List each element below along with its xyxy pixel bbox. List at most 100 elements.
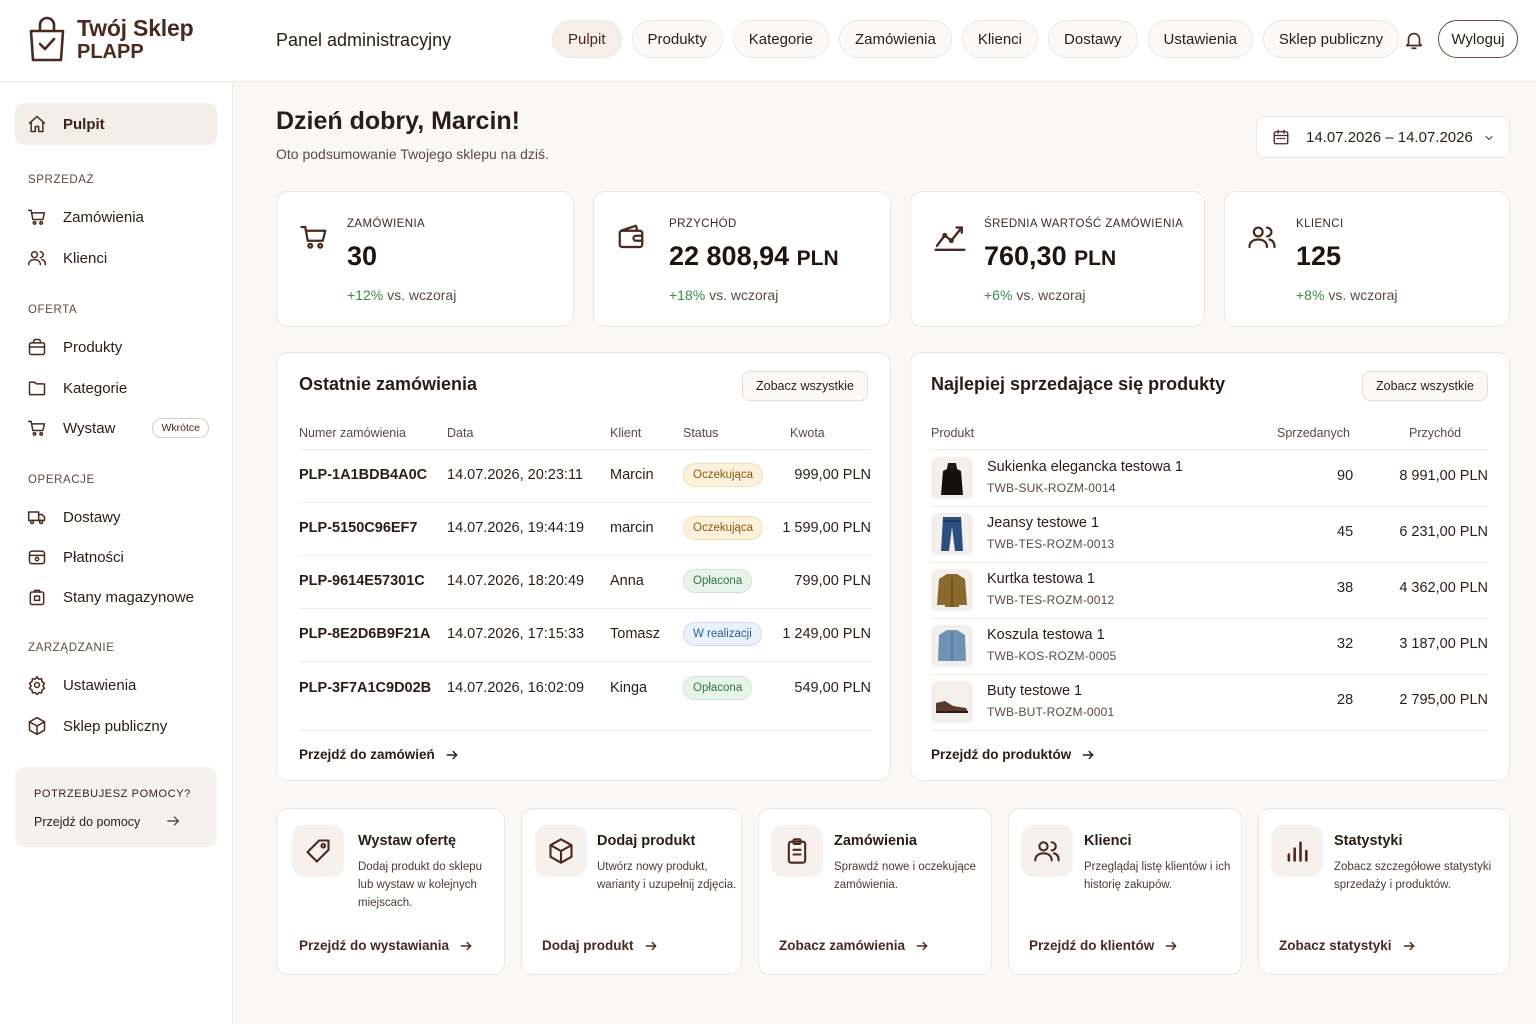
sidebar-item-ustawienia[interactable]: Ustawienia — [15, 664, 217, 706]
order-client: Tomasz — [610, 626, 660, 642]
quick-action-desc: Utwórz nowy produkt, warianty i uzupełni… — [597, 861, 737, 891]
nav-zamowienia[interactable]: Zamówienia — [838, 20, 952, 58]
stat-change: +6% vs. wczoraj — [984, 287, 1086, 303]
product-name[interactable]: Jeansy testowe 1 — [987, 515, 1099, 531]
sidebar-item-kategorie[interactable]: Kategorie — [15, 367, 217, 409]
column-header[interactable]: Klient — [610, 426, 641, 440]
calendar-icon — [1272, 128, 1290, 146]
arrow-right-icon[interactable] — [165, 813, 181, 829]
product-name[interactable]: Koszula testowa 1 — [987, 627, 1105, 643]
cart-icon — [299, 222, 329, 252]
order-id[interactable]: PLP-8E2D6B9F21A — [299, 626, 430, 642]
product-name[interactable]: Sukienka elegancka testowa 1 — [987, 459, 1183, 475]
list-item[interactable]: Buty testowe 1 TWB-BUT-ROZM-0001 28 2 79… — [931, 675, 1488, 731]
quick-action-card[interactable]: Klienci Przeglądaj listę klientów i ich … — [1008, 808, 1242, 975]
quick-action-link[interactable]: Zobacz zamówienia — [779, 938, 929, 953]
nav-ustawienia[interactable]: Ustawienia — [1147, 20, 1253, 58]
help-link[interactable]: Przejdź do pomocy — [34, 815, 140, 829]
nav-kategorie[interactable]: Kategorie — [732, 20, 829, 58]
sidebar: Pulpit SPRZEDAŻ Zamówienia Klienci OFERT… — [0, 82, 233, 1024]
sidebar-item-label: Wystaw — [63, 419, 116, 437]
date-range-picker[interactable]: 14.07.2026 – 14.07.2026 — [1256, 116, 1510, 158]
sidebar-item-dostawy[interactable]: Dostawy — [15, 496, 217, 538]
go-to-products-link[interactable]: Przejdź do produktów — [931, 747, 1095, 762]
list-item[interactable]: Jeansy testowe 1 TWB-TES-ROZM-0013 45 6 … — [931, 507, 1488, 563]
quick-action-link[interactable]: Zobacz statystyki — [1279, 938, 1416, 953]
sidebar-item-stany-magazynowe[interactable]: Stany magazynowe — [15, 576, 217, 618]
arrow-right-icon — [1392, 939, 1416, 953]
cube-icon — [27, 716, 49, 736]
nav-klienci[interactable]: Klienci — [961, 20, 1039, 58]
table-row[interactable]: PLP-9614E57301C 14.07.2026, 18:20:49 Ann… — [299, 556, 871, 609]
sidebar-item-label: Zamówienia — [63, 208, 144, 226]
table-row[interactable]: PLP-8E2D6B9F21A 14.07.2026, 17:15:33 Tom… — [299, 609, 871, 662]
list-item[interactable]: Sukienka elegancka testowa 1 TWB-SUK-ROZ… — [931, 451, 1488, 507]
sidebar-item-platnosci[interactable]: Płatności — [15, 536, 217, 578]
table-row[interactable]: PLP-1A1BDB4A0C 14.07.2026, 20:23:11 Marc… — [299, 450, 871, 503]
product-name[interactable]: Kurtka testowa 1 — [987, 571, 1095, 587]
sidebar-item-wystaw[interactable]: Wystaw Wkrótce — [15, 407, 217, 449]
sidebar-item-zamowienia[interactable]: Zamówienia — [15, 196, 217, 238]
bag-icon — [27, 337, 49, 357]
stat-label: ŚREDNIA WARTOŚĆ ZAMÓWIENIA — [984, 218, 1184, 230]
help-title: POTRZEBUJESZ POMOCY? — [34, 788, 191, 800]
tag-icon — [292, 825, 344, 877]
clipboard-icon — [771, 825, 823, 877]
shoe-icon — [931, 681, 973, 723]
quick-action-card[interactable]: Dodaj produkt Utwórz nowy produkt, waria… — [521, 808, 742, 975]
sidebar-item-pulpit[interactable]: Pulpit — [15, 103, 217, 145]
product-sku: TWB-KOS-ROZM-0005 — [987, 649, 1117, 663]
nav-dostawy[interactable]: Dostawy — [1048, 20, 1138, 58]
column-header[interactable]: Data — [447, 426, 473, 440]
sidebar-item-sklep-publiczny[interactable]: Sklep publiczny — [15, 705, 217, 747]
nav-produkty[interactable]: Produkty — [631, 20, 723, 58]
column-header[interactable]: Produkt — [931, 426, 974, 440]
go-to-orders-link[interactable]: Przejdź do zamówień — [299, 747, 459, 762]
column-header[interactable]: Numer zamówienia — [299, 426, 406, 440]
order-amount: 1 249,00 PLN — [782, 626, 871, 642]
sidebar-item-klienci[interactable]: Klienci — [15, 237, 217, 279]
status-badge: W realizacji — [683, 622, 762, 646]
quick-action-link[interactable]: Przejdź do wystawiania — [299, 938, 473, 953]
product-revenue: 8 991,00 PLN — [1399, 468, 1488, 484]
quick-action-card[interactable]: Statystyki Zobacz szczegółowe statystyki… — [1258, 808, 1510, 975]
see-all-orders-button[interactable]: Zobacz wszystkie — [742, 371, 868, 401]
column-header[interactable]: Przychód — [1409, 426, 1461, 440]
sidebar-item-produkty[interactable]: Produkty — [15, 326, 217, 368]
gear-icon — [27, 675, 49, 695]
see-all-products-button[interactable]: Zobacz wszystkie — [1362, 371, 1488, 401]
column-header[interactable]: Sprzedanych — [1277, 426, 1350, 440]
arrow-right-icon — [435, 748, 459, 762]
shirt-icon — [931, 625, 973, 667]
dress-icon — [931, 457, 973, 499]
order-id[interactable]: PLP-3F7A1C9D02B — [299, 680, 431, 696]
quick-action-card[interactable]: Zamówienia Sprawdź nowe i oczekujące zam… — [758, 808, 992, 975]
brand-name: Twój Sklep — [77, 14, 194, 41]
status-badge: Opłacona — [683, 676, 753, 700]
logout-button[interactable]: Wyloguj — [1438, 20, 1518, 58]
list-item[interactable]: Kurtka testowa 1 TWB-TES-ROZM-0012 38 4 … — [931, 563, 1488, 619]
sidebar-item-label: Sklep publiczny — [63, 717, 168, 735]
truck-icon — [27, 507, 49, 527]
column-header[interactable]: Status — [683, 426, 718, 440]
top-bar: Twój Sklep PLAPP Panel administracyjny P… — [0, 0, 1536, 82]
arrow-right-icon — [1154, 939, 1178, 953]
product-name[interactable]: Buty testowe 1 — [987, 683, 1082, 699]
list-item[interactable]: Koszula testowa 1 TWB-KOS-ROZM-0005 32 3… — [931, 619, 1488, 675]
column-header[interactable]: Kwota — [790, 426, 825, 440]
nav-sklep-publiczny[interactable]: Sklep publiczny — [1262, 20, 1400, 58]
table-row[interactable]: PLP-5150C96EF7 14.07.2026, 19:44:19 marc… — [299, 503, 871, 556]
logo[interactable]: Twój Sklep PLAPP — [27, 14, 194, 63]
order-id[interactable]: PLP-5150C96EF7 — [299, 520, 417, 536]
quick-action-desc: Zobacz szczegółowe statystyki sprzedaży … — [1334, 861, 1492, 891]
nav-pulpit[interactable]: Pulpit — [552, 20, 622, 58]
quick-action-link[interactable]: Przejdź do klientów — [1029, 938, 1178, 953]
order-id[interactable]: PLP-1A1BDB4A0C — [299, 467, 427, 483]
table-row[interactable]: PLP-3F7A1C9D02B 14.07.2026, 16:02:09 Kin… — [299, 663, 871, 731]
bell-icon[interactable] — [1403, 29, 1425, 51]
order-amount: 999,00 PLN — [794, 467, 871, 483]
order-id[interactable]: PLP-9614E57301C — [299, 573, 425, 589]
quick-action-link[interactable]: Dodaj produkt — [542, 938, 658, 953]
order-date: 14.07.2026, 19:44:19 — [447, 520, 585, 536]
quick-action-card[interactable]: Wystaw ofertę Dodaj produkt do sklepu lu… — [276, 808, 505, 975]
